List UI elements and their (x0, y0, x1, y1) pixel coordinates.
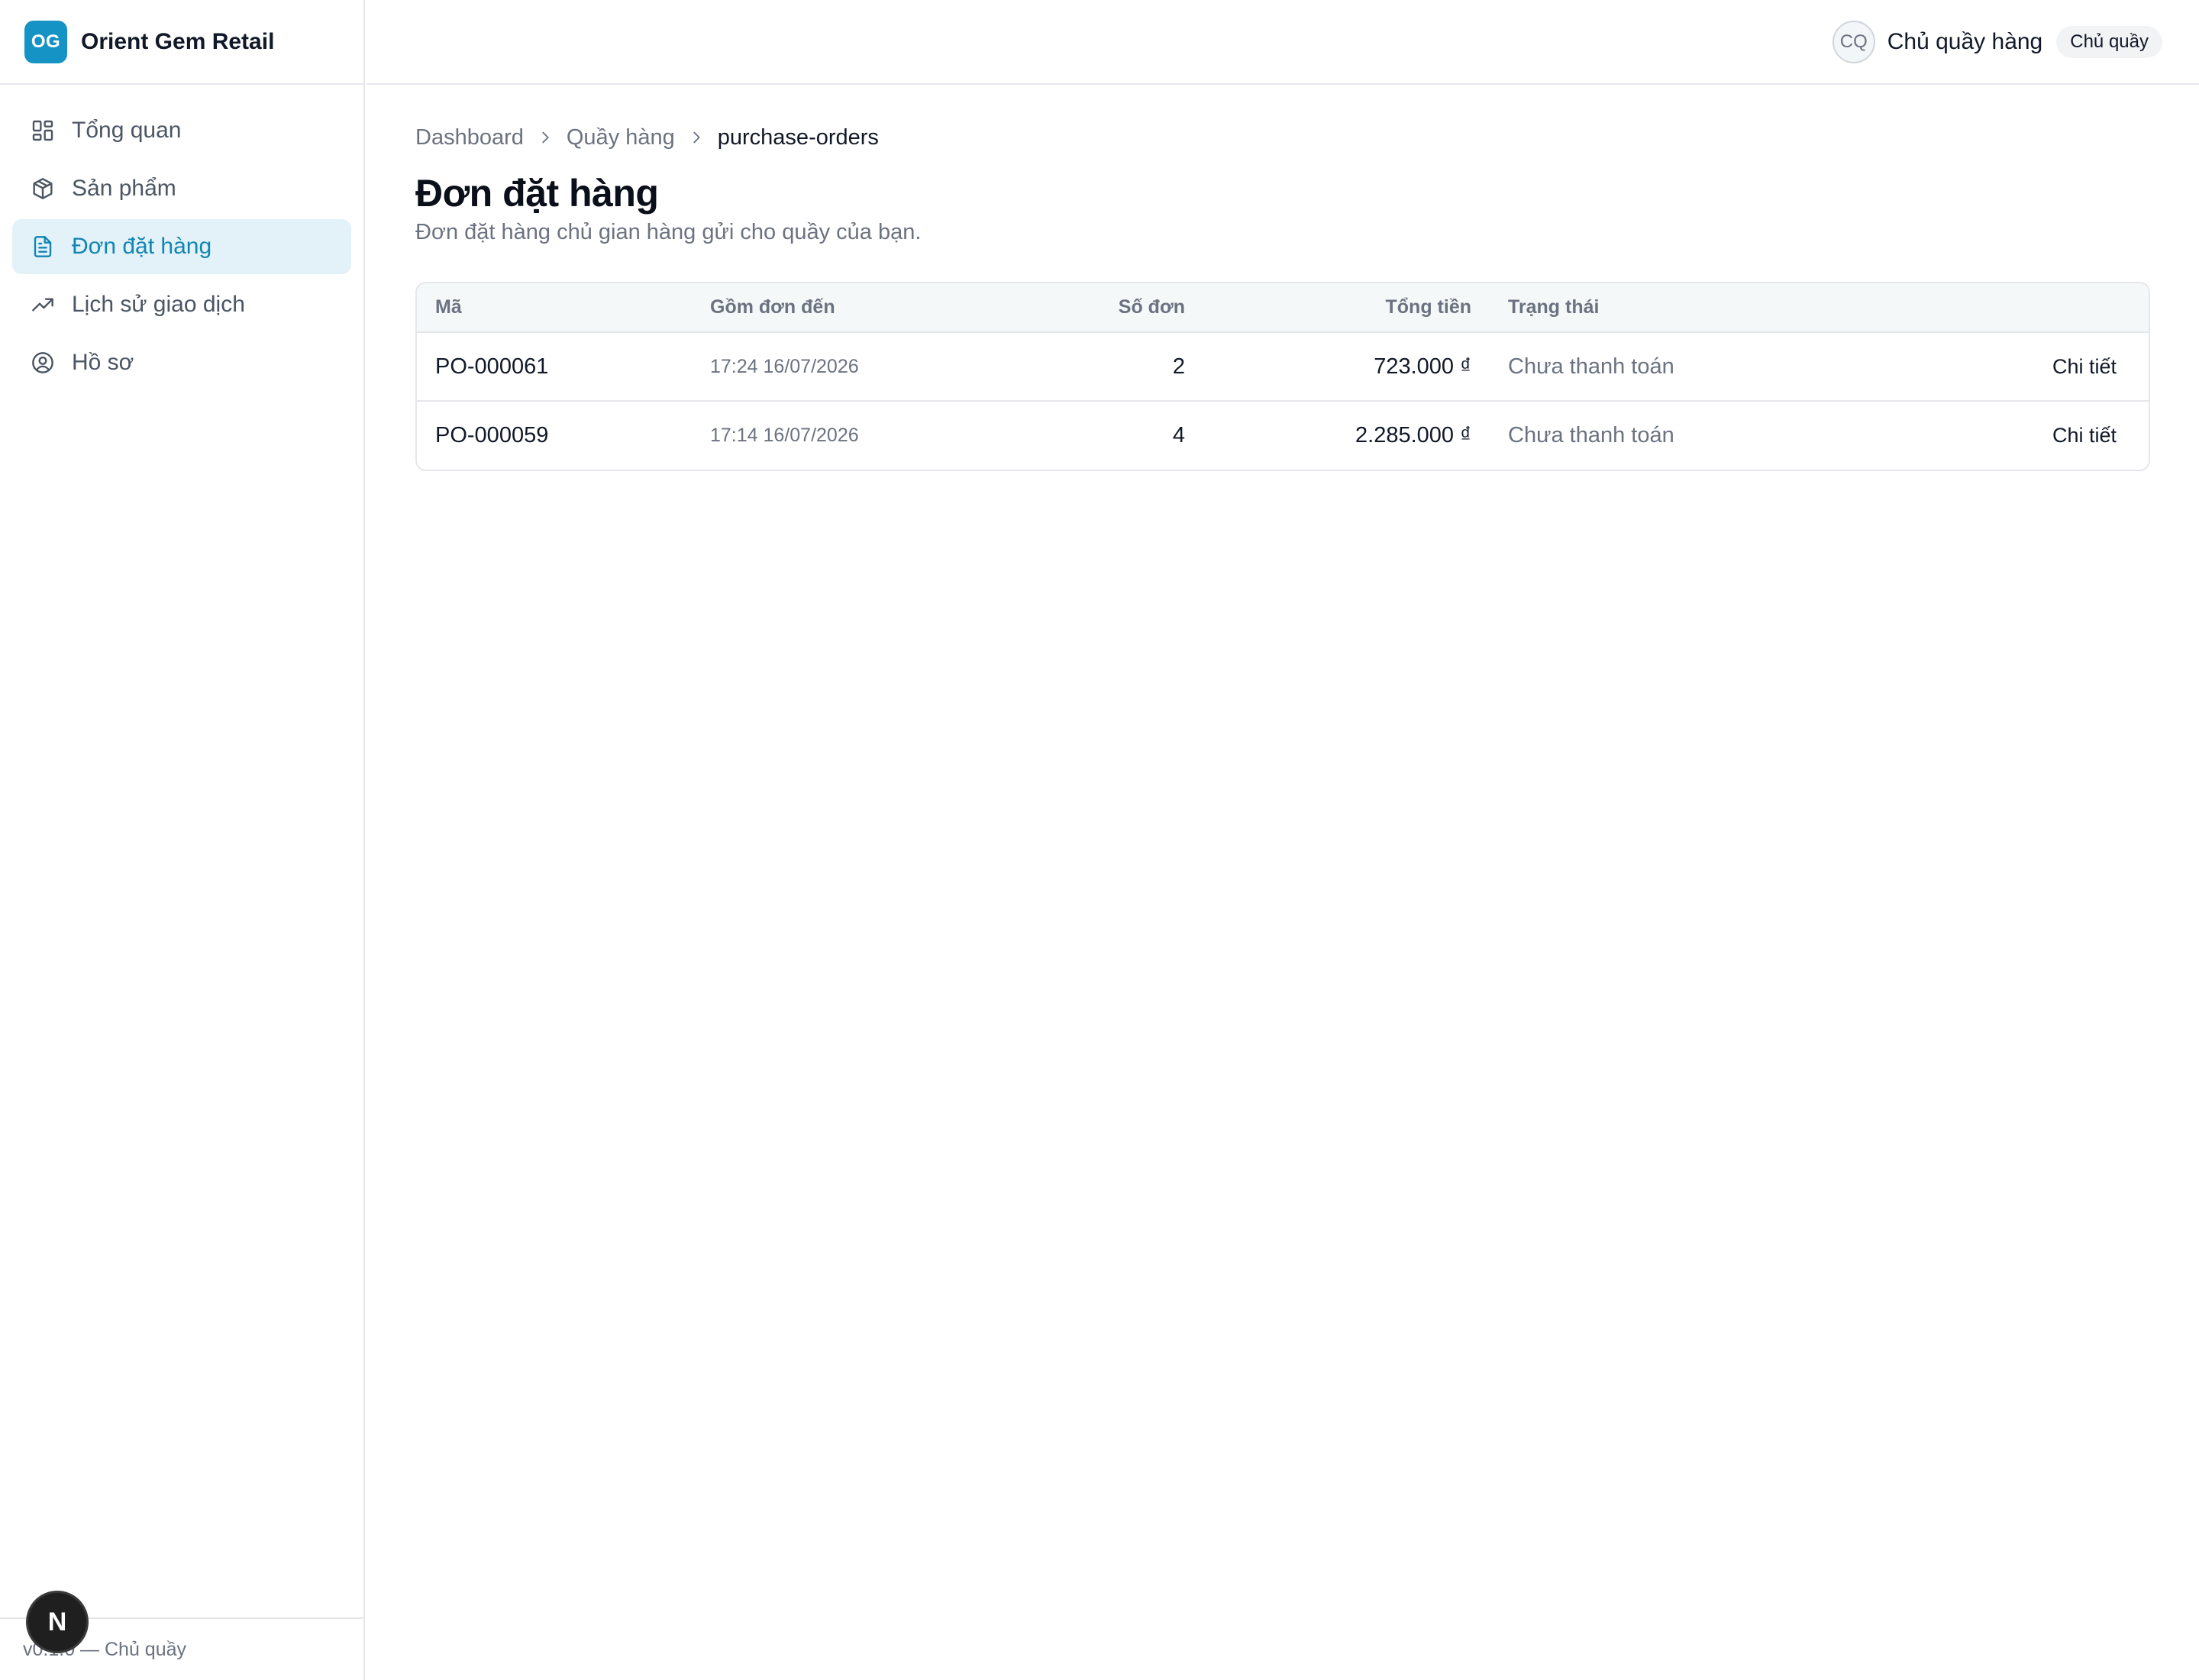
trending-up-icon (31, 292, 55, 317)
dashboard-grid-icon (31, 118, 55, 143)
order-status: Chưa thanh toán (1508, 354, 1674, 379)
table-row: PO-000059 17:14 16/07/2026 4 2.285.000 ₫… (417, 401, 2149, 470)
column-header-status: Trạng thái (1508, 296, 1600, 318)
order-total: 2.285.000 ₫ (1355, 423, 1471, 447)
framework-dev-badge[interactable]: N (28, 1593, 86, 1651)
order-time: 17:14 16/07/2026 (710, 425, 859, 446)
column-header-code: Mã (435, 296, 462, 318)
user-name[interactable]: Chủ quầy hàng (1887, 29, 2043, 55)
role-badge: Chủ quầy (2056, 25, 2162, 58)
breadcrumb: Dashboard Quầy hàng purchase-orders (415, 121, 2150, 154)
order-code: PO-000059 (435, 423, 549, 447)
brand-header[interactable]: OG Orient Gem Retail (0, 0, 363, 85)
sidebar-item-profile[interactable]: Hồ sơ (12, 335, 351, 390)
table-row: PO-000061 17:24 16/07/2026 2 723.000 ₫ C… (417, 332, 2149, 401)
breadcrumb-counter[interactable]: Quầy hàng (567, 125, 675, 150)
order-total: 723.000 ₫ (1374, 354, 1471, 379)
detail-button[interactable]: Chi tiết (1871, 332, 2149, 401)
page-title: Đơn đặt hàng (415, 172, 659, 215)
sidebar-nav: Tổng quan Sản phẩm Đơn đặt hàng Lịch sử … (0, 85, 363, 390)
main-content: Dashboard Quầy hàng purchase-orders Đơn … (415, 121, 2150, 471)
avatar[interactable]: CQ (1832, 20, 1875, 63)
sidebar-item-label: Hồ sơ (72, 350, 134, 375)
sidebar-item-purchase-orders[interactable]: Đơn đặt hàng (12, 219, 351, 274)
order-count: 2 (1172, 354, 1185, 379)
top-header: CQ Chủ quầy hàng Chủ quầy (366, 0, 2199, 85)
sidebar-item-label: Đơn đặt hàng (72, 234, 212, 259)
document-icon (31, 234, 55, 259)
sidebar-item-label: Lịch sử giao dịch (72, 292, 245, 317)
brand-name: Orient Gem Retail (81, 28, 275, 54)
order-status: Chưa thanh toán (1508, 423, 1674, 447)
order-count: 4 (1172, 423, 1185, 447)
sidebar-item-label: Tổng quan (72, 118, 182, 143)
order-time: 17:24 16/07/2026 (710, 355, 859, 377)
column-header-order-count: Số đơn (1118, 296, 1185, 318)
chevron-right-icon (534, 127, 556, 148)
detail-button[interactable]: Chi tiết (1871, 401, 2149, 470)
column-header-includes-orders: Gồm đơn đến (710, 296, 835, 318)
purchase-orders-table: Mã Gồm đơn đến Số đơn Tổng tiền Trạng th… (415, 282, 2150, 471)
package-box-icon (31, 176, 55, 201)
sidebar-item-label: Sản phẩm (72, 176, 176, 201)
order-code: PO-000061 (435, 354, 549, 379)
breadcrumb-current: purchase-orders (717, 124, 879, 150)
sidebar: OG Orient Gem Retail Tổng quan Sản phẩm … (0, 0, 365, 1680)
sidebar-item-products[interactable]: Sản phẩm (12, 161, 351, 216)
user-circle-icon (31, 351, 55, 375)
sidebar-item-transaction-history[interactable]: Lịch sử giao dịch (12, 277, 351, 332)
column-header-actions (1871, 283, 2149, 332)
column-header-total: Tổng tiền (1385, 296, 1471, 318)
table-header-row: Mã Gồm đơn đến Số đơn Tổng tiền Trạng th… (417, 283, 2149, 332)
chevron-right-icon (686, 127, 707, 148)
breadcrumb-dashboard[interactable]: Dashboard (415, 125, 524, 150)
sidebar-item-overview[interactable]: Tổng quan (12, 103, 351, 158)
brand-logo: OG (24, 20, 67, 63)
page-subtitle: Đơn đặt hàng chủ gian hàng gửi cho quầy … (415, 220, 922, 244)
